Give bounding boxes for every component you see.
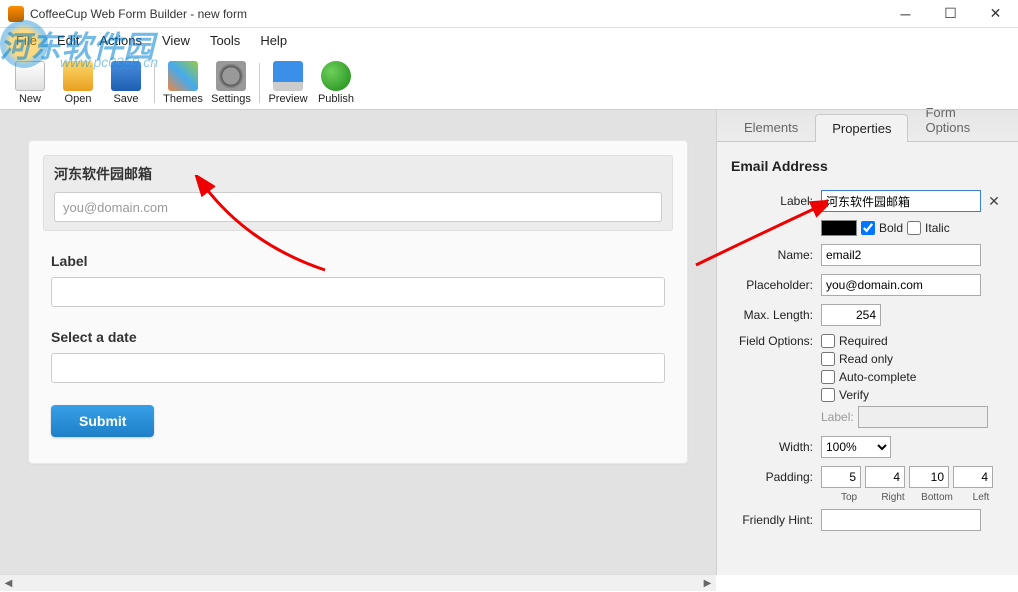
toolbar-publish[interactable]: Publish — [312, 61, 360, 105]
toolbar: New Open Save Themes Settings Preview Pu… — [0, 52, 1018, 110]
toolbar-themes[interactable]: Themes — [159, 61, 207, 105]
bold-check[interactable] — [861, 221, 875, 235]
padding-bottom-input[interactable] — [909, 466, 949, 488]
settings-icon — [216, 61, 246, 91]
padding-sublabels: Top Right Bottom Left — [829, 492, 1004, 503]
label-input[interactable] — [821, 190, 981, 212]
publish-icon — [321, 61, 351, 91]
label-color-swatch[interactable] — [821, 220, 857, 236]
app-icon — [8, 6, 24, 22]
toolbar-publish-label: Publish — [318, 93, 354, 105]
maximize-button[interactable]: ☐ — [928, 0, 973, 28]
toolbar-settings[interactable]: Settings — [207, 61, 255, 105]
name-label: Name: — [731, 248, 821, 262]
properties-title: Email Address — [731, 158, 1004, 174]
tab-properties[interactable]: Properties — [815, 114, 908, 142]
toolbar-save[interactable]: Save — [102, 61, 150, 105]
readonly-checkbox[interactable]: Read only — [821, 352, 893, 366]
tab-elements[interactable]: Elements — [727, 113, 815, 141]
verify-label-label: Label: — [821, 410, 854, 424]
save-icon — [111, 61, 141, 91]
toolbar-new-label: New — [19, 93, 41, 105]
width-label: Width: — [731, 440, 821, 454]
autocomplete-checkbox[interactable]: Auto-complete — [821, 370, 916, 384]
form-canvas[interactable]: 河东软件园邮箱 Label Select a date Submit — [0, 110, 716, 575]
email-label: 河东软件园邮箱 — [54, 164, 662, 184]
field-email[interactable]: 河东软件园邮箱 — [43, 155, 673, 231]
clear-label-button[interactable]: ✕ — [985, 190, 1003, 212]
menu-tools[interactable]: Tools — [200, 31, 250, 50]
padding-top-input[interactable] — [821, 466, 861, 488]
properties-body: Email Address Label: ✕ Bold Italic Name: — [717, 142, 1018, 575]
field-text[interactable]: Label — [51, 253, 665, 307]
menu-view[interactable]: View — [152, 31, 200, 50]
close-button[interactable]: ✕ — [973, 0, 1018, 28]
name-input[interactable] — [821, 244, 981, 266]
menu-edit[interactable]: Edit — [47, 31, 89, 50]
placeholder-label: Placeholder: — [731, 278, 821, 292]
width-select[interactable]: 100% — [821, 436, 891, 458]
verify-checkbox[interactable]: Verify — [821, 388, 869, 402]
placeholder-input[interactable] — [821, 274, 981, 296]
menu-actions[interactable]: Actions — [89, 31, 152, 50]
scroll-right-arrow[interactable]: ▶ — [699, 575, 716, 592]
form-card: 河东软件园邮箱 Label Select a date Submit — [28, 140, 688, 464]
email-input[interactable] — [54, 192, 662, 222]
new-icon — [15, 61, 45, 91]
maxlength-label: Max. Length: — [731, 308, 821, 322]
verify-label-input — [858, 406, 988, 428]
text-input[interactable] — [51, 277, 665, 307]
toolbar-separator — [259, 63, 260, 103]
menu-bar: File Edit Actions View Tools Help — [0, 28, 1018, 52]
italic-checkbox[interactable]: Italic — [907, 221, 950, 235]
date-label: Select a date — [51, 329, 665, 345]
maxlength-input[interactable] — [821, 304, 881, 326]
properties-panel: Elements Properties Form Options Email A… — [716, 110, 1018, 575]
submit-button[interactable]: Submit — [51, 405, 154, 437]
padding-right-input[interactable] — [865, 466, 905, 488]
friendlyhint-label: Friendly Hint: — [731, 513, 821, 527]
padding-left-input[interactable] — [953, 466, 993, 488]
toolbar-preview-label: Preview — [268, 93, 307, 105]
friendlyhint-input[interactable] — [821, 509, 981, 531]
title-bar: CoffeeCup Web Form Builder - new form ─ … — [0, 0, 1018, 28]
scroll-left-arrow[interactable]: ◀ — [0, 575, 17, 592]
horizontal-scrollbar[interactable]: ◀ ▶ — [0, 574, 716, 591]
window-title: CoffeeCup Web Form Builder - new form — [30, 7, 883, 21]
toolbar-save-label: Save — [113, 93, 138, 105]
preview-icon — [273, 61, 303, 91]
bold-checkbox[interactable]: Bold — [861, 221, 903, 235]
italic-check[interactable] — [907, 221, 921, 235]
field-date[interactable]: Select a date — [51, 329, 665, 383]
menu-file[interactable]: File — [6, 31, 47, 50]
menu-help[interactable]: Help — [250, 31, 297, 50]
padding-label: Padding: — [731, 470, 821, 484]
toolbar-preview[interactable]: Preview — [264, 61, 312, 105]
toolbar-new[interactable]: New — [6, 61, 54, 105]
required-checkbox[interactable]: Required — [821, 334, 888, 348]
fieldoptions-label: Field Options: — [731, 334, 821, 348]
toolbar-themes-label: Themes — [163, 93, 203, 105]
toolbar-separator — [154, 63, 155, 103]
label-label: Label: — [731, 194, 821, 208]
toolbar-open-label: Open — [65, 93, 92, 105]
themes-icon — [168, 61, 198, 91]
toolbar-open[interactable]: Open — [54, 61, 102, 105]
minimize-button[interactable]: ─ — [883, 0, 928, 28]
panel-tabs: Elements Properties Form Options — [717, 110, 1018, 142]
toolbar-settings-label: Settings — [211, 93, 251, 105]
open-icon — [63, 61, 93, 91]
text-label: Label — [51, 253, 665, 269]
date-input[interactable] — [51, 353, 665, 383]
